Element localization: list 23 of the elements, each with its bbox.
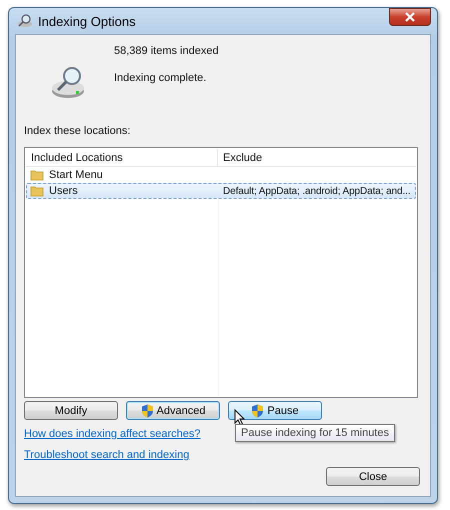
location-row[interactable]: Start Menu	[26, 167, 416, 183]
exclude-list: Default; AppData; .android; AppData; and...	[223, 186, 410, 196]
action-button[interactable]: Modify	[24, 401, 118, 420]
action-button[interactable]: Advanced	[126, 401, 220, 420]
location-row[interactable]: Users Default; AppData; .android; AppData; and...	[26, 183, 416, 199]
indexing-status: Indexing complete.	[114, 72, 208, 84]
close-icon[interactable]	[389, 8, 431, 26]
action-button[interactable]: Pause	[228, 401, 322, 420]
column-header[interactable]: Included Locations	[26, 149, 218, 166]
column-header[interactable]: Exclude	[218, 149, 416, 166]
items-indexed-count: 58,389 items indexed	[114, 45, 219, 57]
folder-icon	[30, 169, 44, 181]
mouse-pointer-icon	[234, 409, 245, 426]
locations-label: Index these locations:	[24, 125, 132, 137]
window-title: Indexing Options	[38, 14, 136, 28]
location-name: Start Menu	[49, 169, 103, 181]
help-link[interactable]: Troubleshoot search and indexing	[24, 449, 190, 461]
close-button[interactable]: Close	[326, 467, 420, 486]
folder-icon	[30, 185, 44, 197]
location-name: Users	[49, 185, 78, 197]
tooltip: Pause indexing for 15 minutes	[235, 424, 395, 442]
help-link[interactable]: How does indexing affect searches?	[24, 428, 201, 440]
drive-search-icon	[17, 14, 33, 28]
